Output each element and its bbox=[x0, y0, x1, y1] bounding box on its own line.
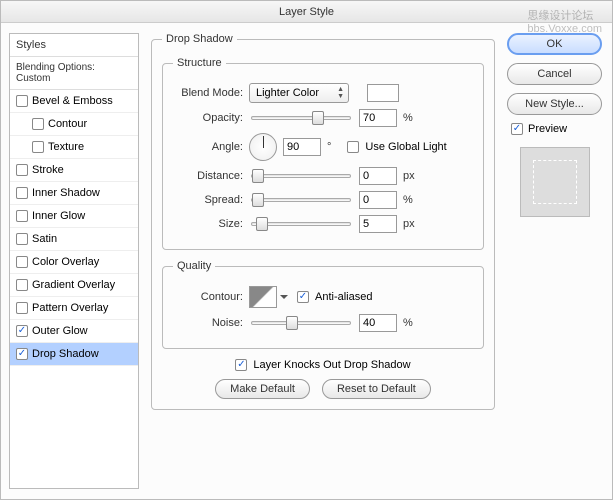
sidebar-item-checkbox[interactable] bbox=[16, 187, 28, 199]
noise-input[interactable] bbox=[359, 314, 397, 332]
use-global-light-checkbox[interactable] bbox=[347, 141, 359, 153]
distance-input[interactable] bbox=[359, 167, 397, 185]
noise-slider[interactable] bbox=[251, 321, 351, 325]
opacity-unit: % bbox=[403, 112, 413, 124]
opacity-input[interactable] bbox=[359, 109, 397, 127]
sidebar-item-checkbox[interactable] bbox=[16, 279, 28, 291]
sidebar-item-color-overlay[interactable]: Color Overlay bbox=[10, 251, 138, 274]
sidebar-item-bevel-emboss[interactable]: Bevel & Emboss bbox=[10, 90, 138, 113]
structure-group: Structure Blend Mode: Lighter Color ▲▼ O… bbox=[162, 57, 484, 250]
sidebar-item-outer-glow[interactable]: Outer Glow bbox=[10, 320, 138, 343]
angle-input[interactable] bbox=[283, 138, 321, 156]
spread-label: Spread: bbox=[173, 194, 243, 206]
sidebar-item-label: Inner Shadow bbox=[32, 187, 100, 199]
sidebar-item-label: Texture bbox=[48, 141, 84, 153]
sidebar-item-texture[interactable]: Texture bbox=[10, 136, 138, 159]
preview-label: Preview bbox=[528, 123, 567, 135]
blend-mode-select[interactable]: Lighter Color ▲▼ bbox=[249, 83, 349, 103]
sidebar-item-label: Pattern Overlay bbox=[32, 302, 108, 314]
sidebar-item-label: Contour bbox=[48, 118, 87, 130]
sidebar-item-contour[interactable]: Contour bbox=[10, 113, 138, 136]
knockout-checkbox[interactable] bbox=[235, 359, 247, 371]
blending-options-row[interactable]: Blending Options: Custom bbox=[10, 57, 138, 90]
angle-label: Angle: bbox=[173, 141, 243, 153]
blend-color-swatch[interactable] bbox=[367, 84, 399, 102]
sidebar-item-checkbox[interactable] bbox=[16, 210, 28, 222]
sidebar-item-checkbox[interactable] bbox=[16, 348, 28, 360]
sidebar-item-satin[interactable]: Satin bbox=[10, 228, 138, 251]
reset-default-button[interactable]: Reset to Default bbox=[322, 379, 431, 399]
spread-unit: % bbox=[403, 194, 413, 206]
layer-style-dialog: Layer Style 思缘设计论坛 bbs.Voxxe.com Styles … bbox=[0, 0, 613, 500]
angle-unit bbox=[327, 141, 331, 153]
sidebar-item-label: Gradient Overlay bbox=[32, 279, 115, 291]
angle-dial[interactable] bbox=[249, 133, 277, 161]
knockout-label: Layer Knocks Out Drop Shadow bbox=[253, 359, 410, 371]
make-default-button[interactable]: Make Default bbox=[215, 379, 310, 399]
sidebar-item-gradient-overlay[interactable]: Gradient Overlay bbox=[10, 274, 138, 297]
antialiased-label: Anti-aliased bbox=[315, 291, 372, 303]
antialiased-checkbox[interactable] bbox=[297, 291, 309, 303]
preview-thumbnail bbox=[520, 147, 590, 217]
sidebar-item-label: Outer Glow bbox=[32, 325, 88, 337]
new-style-button[interactable]: New Style... bbox=[507, 93, 602, 115]
sidebar-item-checkbox[interactable] bbox=[32, 141, 44, 153]
use-global-light-label: Use Global Light bbox=[365, 141, 446, 153]
sidebar-item-label: Inner Glow bbox=[32, 210, 85, 222]
sidebar-item-label: Color Overlay bbox=[32, 256, 99, 268]
effect-panel: Drop Shadow Structure Blend Mode: Lighte… bbox=[151, 33, 495, 489]
sidebar-item-pattern-overlay[interactable]: Pattern Overlay bbox=[10, 297, 138, 320]
sidebar-item-label: Drop Shadow bbox=[32, 348, 99, 360]
spread-input[interactable] bbox=[359, 191, 397, 209]
distance-label: Distance: bbox=[173, 170, 243, 182]
noise-unit: % bbox=[403, 317, 413, 329]
sidebar-item-checkbox[interactable] bbox=[16, 164, 28, 176]
sidebar-item-checkbox[interactable] bbox=[16, 233, 28, 245]
sidebar-item-label: Satin bbox=[32, 233, 57, 245]
noise-label: Noise: bbox=[173, 317, 243, 329]
distance-unit: px bbox=[403, 170, 415, 182]
preview-checkbox[interactable] bbox=[511, 123, 523, 135]
sidebar-item-inner-shadow[interactable]: Inner Shadow bbox=[10, 182, 138, 205]
cancel-button[interactable]: Cancel bbox=[507, 63, 602, 85]
sidebar-item-checkbox[interactable] bbox=[16, 325, 28, 337]
size-label: Size: bbox=[173, 218, 243, 230]
size-unit: px bbox=[403, 218, 415, 230]
sidebar-item-drop-shadow[interactable]: Drop Shadow bbox=[10, 343, 138, 366]
opacity-label: Opacity: bbox=[173, 112, 243, 124]
styles-header[interactable]: Styles bbox=[10, 34, 138, 57]
contour-picker[interactable] bbox=[249, 286, 277, 308]
blend-mode-label: Blend Mode: bbox=[173, 87, 243, 99]
window-title: Layer Style bbox=[1, 1, 612, 23]
sidebar-item-inner-glow[interactable]: Inner Glow bbox=[10, 205, 138, 228]
opacity-slider[interactable] bbox=[251, 116, 351, 120]
spread-slider[interactable] bbox=[251, 198, 351, 202]
styles-sidebar: Styles Blending Options: Custom Bevel & … bbox=[9, 33, 139, 489]
quality-legend: Quality bbox=[173, 260, 215, 272]
contour-label: Contour: bbox=[173, 291, 243, 303]
distance-slider[interactable] bbox=[251, 174, 351, 178]
sidebar-item-checkbox[interactable] bbox=[16, 302, 28, 314]
sidebar-item-stroke[interactable]: Stroke bbox=[10, 159, 138, 182]
drop-shadow-group: Drop Shadow Structure Blend Mode: Lighte… bbox=[151, 33, 495, 410]
chevron-updown-icon: ▲▼ bbox=[337, 86, 344, 100]
sidebar-item-checkbox[interactable] bbox=[32, 118, 44, 130]
panel-title: Drop Shadow bbox=[162, 33, 237, 45]
quality-group: Quality Contour: Anti-aliased Noise: % bbox=[162, 260, 484, 349]
structure-legend: Structure bbox=[173, 57, 226, 69]
size-slider[interactable] bbox=[251, 222, 351, 226]
sidebar-item-checkbox[interactable] bbox=[16, 256, 28, 268]
sidebar-item-label: Stroke bbox=[32, 164, 64, 176]
ok-button[interactable]: OK bbox=[507, 33, 602, 55]
size-input[interactable] bbox=[359, 215, 397, 233]
dialog-buttons: OK Cancel New Style... Preview bbox=[507, 33, 602, 489]
sidebar-item-label: Bevel & Emboss bbox=[32, 95, 113, 107]
sidebar-item-checkbox[interactable] bbox=[16, 95, 28, 107]
